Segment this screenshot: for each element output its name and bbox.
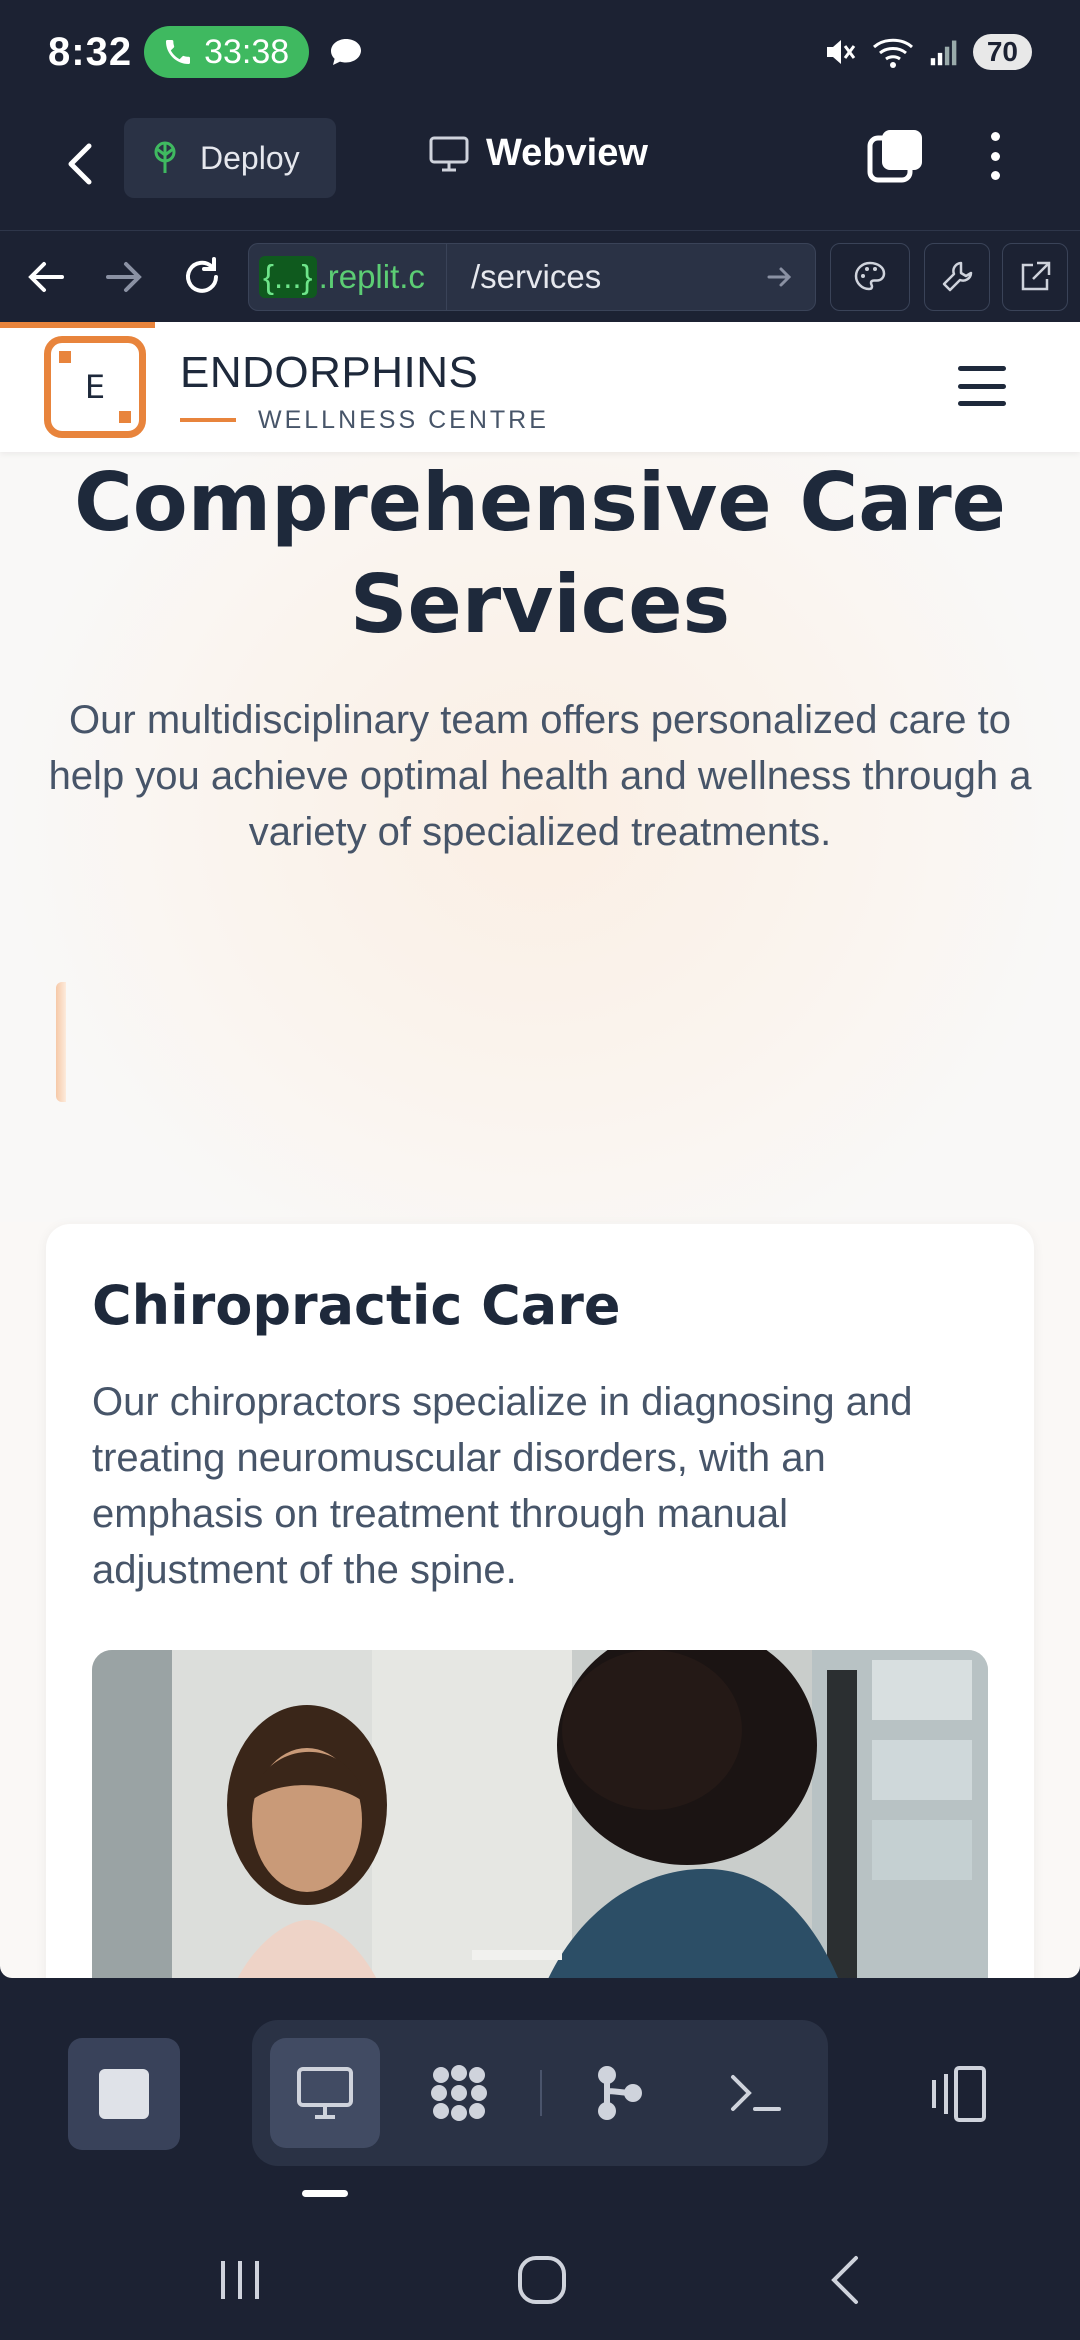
battery-indicator: 70 — [972, 34, 1032, 70]
brand-name: ENDORPHINS — [180, 348, 479, 397]
status-time: 8:32 — [48, 29, 133, 74]
stop-button[interactable] — [68, 2038, 180, 2150]
webview-label: Webview — [486, 132, 648, 174]
terminal-icon — [731, 2075, 781, 2111]
signal-icon — [930, 40, 957, 66]
stop-icon — [99, 2069, 149, 2119]
brand-subtitle: WELLNESS CENTRE — [258, 406, 549, 434]
recent-apps-button[interactable] — [210, 2250, 270, 2310]
chat-bubble-icon — [331, 39, 362, 65]
webview-tab-title[interactable]: Webview — [428, 132, 648, 175]
page-description: Our multidisciplinary team offers person… — [48, 698, 1032, 854]
open-external-button[interactable] — [1002, 243, 1068, 311]
status-right-group: 70 — [823, 34, 1032, 70]
replit-badge: {...} — [259, 256, 317, 298]
url-host-text: .replit.c — [318, 258, 425, 295]
chevron-left-icon — [831, 2256, 858, 2304]
reload-icon[interactable] — [180, 255, 224, 299]
arrow-left-icon[interactable] — [24, 255, 68, 299]
chevron-left-icon — [68, 143, 92, 185]
url-input[interactable]: {...} .replit.c /services — [248, 243, 816, 311]
service-description: Our chiropractors specialize in diagnosi… — [92, 1380, 913, 1592]
home-button[interactable] — [512, 2250, 572, 2310]
arrow-right-icon[interactable] — [102, 255, 146, 299]
webview-content: E ENDORPHINS WELLNESS CENTRE Comprehensi… — [0, 322, 1080, 1978]
service-title: Chiropractic Care — [92, 1274, 621, 1337]
app-bar: Deploy Webview — [0, 104, 1080, 230]
call-timer: 33:38 — [204, 32, 290, 71]
deploy-icon — [154, 141, 176, 173]
hamburger-menu-icon[interactable] — [958, 366, 1006, 406]
tabs-icon[interactable] — [866, 126, 926, 186]
system-back-button[interactable] — [814, 2250, 874, 2310]
workspace-tool-button[interactable] — [404, 2038, 514, 2148]
url-path: /services — [471, 258, 602, 295]
palette-icon — [854, 261, 886, 291]
phone-icon — [166, 40, 191, 64]
monitor-icon — [429, 136, 469, 171]
wrench-icon — [942, 261, 973, 292]
wifi-icon — [872, 38, 913, 68]
webview-tool-button[interactable] — [270, 2038, 380, 2148]
system-navigation-bar — [0, 2220, 1080, 2340]
external-link-icon — [1021, 261, 1051, 291]
page-load-progress — [0, 322, 155, 328]
carousel-edge — [56, 982, 66, 1102]
theme-button[interactable] — [830, 243, 910, 311]
site-logo[interactable]: E — [44, 336, 146, 438]
monitor-icon — [297, 2067, 353, 2119]
deploy-button[interactable]: Deploy — [124, 118, 336, 198]
tool-divider — [540, 2070, 542, 2116]
device-toggle-button[interactable] — [920, 2044, 992, 2144]
home-icon — [518, 2256, 566, 2304]
active-tool-indicator — [302, 2190, 348, 2197]
ongoing-call-pill[interactable]: 33:38 — [144, 26, 310, 78]
shell-tool-button[interactable] — [700, 2038, 810, 2148]
grid-dots-icon — [431, 2065, 487, 2121]
service-photo — [92, 1650, 988, 1978]
logo-letter: E — [84, 368, 106, 406]
recent-apps-icon — [221, 2261, 259, 2299]
url-host: {...} .replit.c — [249, 244, 447, 310]
devtools-button[interactable] — [924, 243, 990, 311]
git-tool-button[interactable] — [564, 2038, 674, 2148]
service-card: Chiropractic Care Our chiropractors spec… — [46, 1224, 1034, 1978]
brand-underline — [180, 418, 236, 422]
status-bar: 8:32 33:38 70 — [0, 0, 1080, 104]
page-title: Comprehensive Care Services — [74, 456, 1006, 651]
site-header: E ENDORPHINS WELLNESS CENTRE — [0, 322, 1080, 452]
go-arrow-icon[interactable] — [765, 262, 795, 292]
git-branch-icon — [598, 2066, 642, 2120]
mute-icon — [826, 40, 856, 64]
browser-toolbar: {...} .replit.c /services — [0, 230, 1080, 322]
bottom-dock — [0, 1978, 1080, 2197]
tool-switcher — [252, 2020, 828, 2166]
deploy-label: Deploy — [200, 139, 300, 176]
device-toggle-icon — [932, 2066, 986, 2122]
more-options-button[interactable] — [980, 126, 1010, 186]
back-button[interactable] — [58, 134, 102, 194]
